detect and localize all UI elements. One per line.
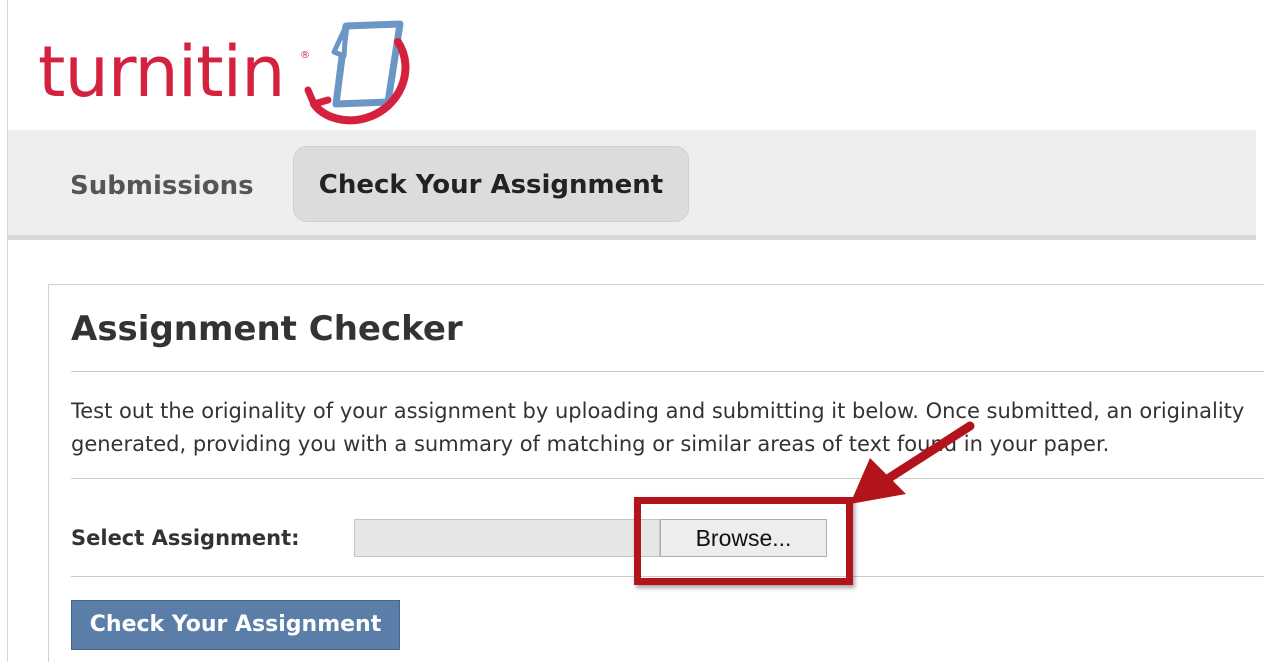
- turnitin-page-swoosh-icon: [304, 20, 410, 125]
- description: Test out the originality of your assignm…: [71, 395, 1264, 461]
- divider: [71, 371, 1264, 372]
- divider: [71, 478, 1264, 479]
- select-assignment-label: Select Assignment:: [71, 526, 300, 550]
- page-title: Assignment Checker: [71, 309, 463, 349]
- annotation-highlight-box: [634, 497, 853, 585]
- tab-bar: Submissions Check Your Assignment: [8, 130, 1256, 240]
- red-arrow-icon: [850, 421, 975, 504]
- check-your-assignment-button[interactable]: Check Your Assignment: [71, 600, 400, 650]
- assignment-checker-panel: Assignment Checker Test out the original…: [48, 284, 1264, 662]
- left-divider: [7, 0, 8, 662]
- file-path-input[interactable]: [354, 519, 660, 557]
- logo-wordmark: turnitin: [38, 31, 285, 113]
- description-line: Test out the originality of your assignm…: [71, 399, 1245, 423]
- turnitin-logo[interactable]: turnitin ®: [38, 14, 418, 125]
- tab-check-your-assignment[interactable]: Check Your Assignment: [293, 146, 689, 222]
- description-line: generated, providing you with a summary …: [71, 432, 1110, 456]
- tab-submissions[interactable]: Submissions: [70, 170, 254, 202]
